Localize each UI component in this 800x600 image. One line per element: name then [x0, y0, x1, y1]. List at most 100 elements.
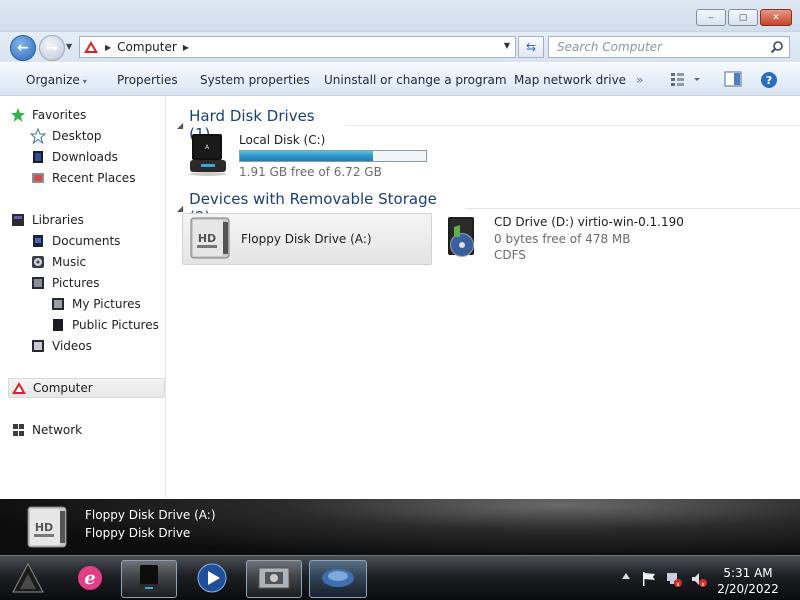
close-button[interactable]: ✕ [760, 9, 792, 26]
refresh-button[interactable]: ⇆ [518, 36, 544, 58]
sidebar-label: Videos [52, 339, 92, 353]
network-status-icon[interactable]: x [665, 571, 683, 590]
drive-cd[interactable]: CD Drive (D:) virtio-win-0.1.190 0 bytes… [440, 213, 684, 264]
collapse-icon[interactable]: ◢ [177, 121, 183, 130]
start-button[interactable] [8, 560, 48, 598]
details-type: Floppy Disk Drive [85, 526, 191, 540]
sidebar-item-videos[interactable]: Videos [30, 336, 185, 356]
organize-button[interactable]: Organize ▾ [26, 73, 87, 87]
svg-text:HD: HD [35, 521, 53, 534]
network-icon [10, 422, 26, 438]
search-icon[interactable] [770, 40, 784, 57]
sidebar-label: Downloads [52, 150, 118, 164]
details-title: Floppy Disk Drive (A:) [85, 508, 216, 522]
address-row: ← → ▼ ▶ Computer ▶ ▼ ⇆ [0, 32, 800, 62]
change-view-icon[interactable] [670, 71, 700, 90]
sidebar-item-desktop[interactable]: Desktop [30, 126, 185, 146]
taskbar: e x x 5:31 AM 2/20/2022 [0, 555, 800, 600]
maximize-button[interactable]: ▢ [728, 9, 758, 26]
computer-icon [11, 380, 27, 396]
forward-button[interactable]: → [39, 35, 65, 61]
action-center-flag-icon[interactable] [641, 571, 657, 590]
map-network-drive-button[interactable]: Map network drive [514, 73, 626, 87]
drive-name: CD Drive (D:) virtio-win-0.1.190 [494, 215, 684, 229]
computer-logo-icon [83, 40, 99, 54]
breadcrumb-separator-icon[interactable]: ▶ [183, 43, 189, 52]
preview-pane-icon[interactable] [724, 71, 742, 90]
sidebar-item-libraries[interactable]: Libraries [10, 210, 165, 230]
drive-floppy[interactable]: HD Floppy Disk Drive (A:) [182, 213, 432, 265]
address-bar[interactable]: ▶ Computer ▶ ▼ [79, 36, 516, 58]
sidebar-item-network[interactable]: Network [10, 420, 165, 440]
sidebar-item-public-pictures[interactable]: Public Pictures [50, 315, 165, 335]
back-button[interactable]: ← [10, 35, 36, 61]
my-pictures-icon [50, 296, 66, 312]
drive-file-system: CDFS [494, 248, 526, 262]
sidebar-item-downloads[interactable]: Downloads [30, 147, 185, 167]
search-input[interactable] [549, 37, 759, 57]
sidebar-label: Libraries [32, 213, 84, 227]
hard-drive-icon: A [187, 130, 233, 181]
search-box[interactable] [548, 36, 790, 58]
internet-explorer-icon: e [75, 563, 105, 596]
breadcrumb-separator-icon[interactable]: ▶ [105, 43, 111, 52]
disk-usage-bar [239, 149, 427, 162]
sidebar-item-documents[interactable]: Documents [30, 231, 185, 251]
system-properties-button[interactable]: System properties [200, 73, 310, 87]
sidebar-item-music[interactable]: Music [30, 252, 185, 272]
videos-icon [30, 338, 46, 354]
drive-free-space: 0 bytes free of 478 MB [494, 232, 631, 246]
organize-label: Organize [26, 73, 80, 87]
address-dropdown-icon[interactable]: ▼ [504, 41, 510, 50]
sidebar-item-pictures[interactable]: Pictures [30, 273, 185, 293]
collapse-icon[interactable]: ◢ [177, 204, 183, 213]
taskbar-explorer[interactable] [121, 560, 177, 598]
content-pane: ◢ Hard Disk Drives (1) A Local Disk (C:)… [167, 96, 800, 499]
disk-usage-fill [240, 150, 374, 161]
floppy-drive-icon: HD [24, 503, 72, 554]
taskbar-network-app[interactable] [309, 560, 367, 598]
sidebar-label: Documents [52, 234, 121, 248]
sidebar-item-recent-places[interactable]: Recent Places [30, 168, 185, 188]
properties-button[interactable]: Properties [117, 73, 178, 87]
sidebar-label: Computer [33, 381, 93, 395]
system-clock[interactable]: 5:31 AM 2/20/2022 [708, 565, 788, 597]
sidebar-item-favorites[interactable]: Favorites [10, 105, 165, 125]
taskbar-internet-explorer[interactable]: e [70, 560, 110, 598]
show-hidden-icons-icon[interactable] [621, 570, 631, 584]
drive-free-space: 1.91 GB free of 6.72 GB [239, 164, 382, 179]
media-player-icon [196, 562, 228, 597]
command-bar: Organize ▾ Properties System properties U… [0, 62, 800, 96]
star-icon [10, 107, 26, 123]
documents-icon [30, 233, 46, 249]
sidebar-item-computer[interactable]: Computer [8, 378, 165, 398]
sidebar-label: Desktop [52, 129, 102, 143]
breadcrumb-computer[interactable]: Computer [117, 40, 177, 54]
minimize-button[interactable]: ‒ [696, 9, 726, 26]
svg-text:HD: HD [198, 232, 216, 245]
taskbar-app-window[interactable] [246, 560, 302, 598]
public-pictures-icon [50, 317, 66, 333]
details-pane: HD Floppy Disk Drive (A:) Floppy Disk Dr… [0, 499, 800, 555]
drive-local-disk[interactable]: A Local Disk (C:) 1.91 GB free of 6.72 G… [187, 130, 427, 181]
window-controls: ‒ ▢ ✕ [696, 9, 792, 26]
navigation-pane: Favorites Desktop Downloads Recent Place… [0, 96, 166, 499]
sidebar-label: Recent Places [52, 171, 136, 185]
uninstall-program-button[interactable]: Uninstall or change a program [324, 73, 507, 87]
floppy-drive-icon: HD [187, 214, 235, 265]
taskbar-media-player[interactable] [192, 560, 232, 598]
group-divider [345, 124, 800, 126]
sidebar-label: Favorites [32, 108, 87, 122]
recent-pages-dropdown[interactable]: ▼ [66, 42, 72, 51]
start-logo-icon [11, 562, 45, 597]
help-icon[interactable]: ? [760, 71, 778, 92]
drive-name: Floppy Disk Drive (A:) [241, 232, 372, 246]
drive-window-icon [257, 565, 291, 594]
recent-places-icon [30, 170, 46, 186]
volume-muted-icon[interactable]: x [690, 571, 708, 590]
more-commands-button[interactable]: » [636, 73, 643, 87]
sidebar-label: Network [32, 423, 83, 437]
libraries-icon [10, 212, 26, 228]
sidebar-item-my-pictures[interactable]: My Pictures [50, 294, 165, 314]
svg-text:x: x [676, 581, 680, 587]
